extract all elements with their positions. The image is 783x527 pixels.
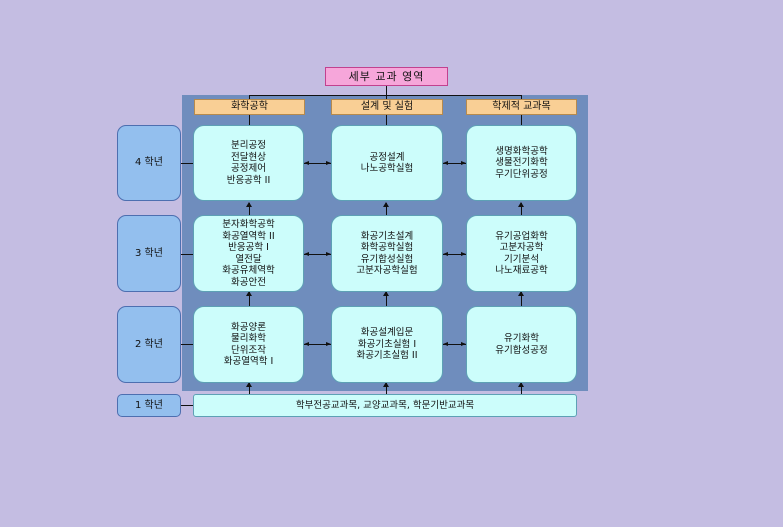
arrow-up <box>518 202 524 207</box>
foundation-courses-text: 학부전공교과목, 교양교과목, 학문기반교과목 <box>295 399 475 411</box>
connector-line <box>181 344 193 345</box>
course-name: 나노재료공학 <box>495 265 548 276</box>
year-label-text: 4 학년 <box>135 157 163 169</box>
course-box: 분리공정 전달현상 공정제어 반응공학 II <box>193 125 304 201</box>
column-header-design-lab: 설계 및 실험 <box>331 99 443 115</box>
course-box: 공정설계 나노공학실험 <box>331 125 443 201</box>
year-label-text: 1 학년 <box>135 399 163 411</box>
course-box: 유기공업화학 고분자공학 기기분석 나노재료공학 <box>466 215 577 292</box>
connector-line <box>521 115 522 125</box>
curriculum-diagram: 세부 교과 영역 화학공학 설계 및 실험 학제적 교과목 4 학년 3 학년 … <box>0 0 783 527</box>
course-box: 화공기초설계 화학공학실험 유기합성실험 고분자공학실험 <box>331 215 443 292</box>
course-box: 분자화학공학 화공열역학 II 반응공학 I 열전달 화공유체역학 화공안전 <box>193 215 304 292</box>
column-header-chemical-engineering: 화학공학 <box>194 99 305 115</box>
course-name: 화공열역학 I <box>223 356 274 367</box>
course-name: 분자화학공학 <box>222 219 275 230</box>
connector-line <box>249 115 250 125</box>
arrow-left <box>304 161 309 165</box>
year-label-1: 1 학년 <box>117 394 181 417</box>
arrow-left <box>443 252 448 256</box>
course-name: 화공안전 <box>231 276 266 288</box>
course-box: 생명화학공학 생물전기화학 무기단위공정 <box>466 125 577 201</box>
column-header-label: 화학공학 <box>231 101 268 113</box>
column-header-interdisciplinary: 학제적 교과목 <box>466 99 577 115</box>
course-name: 반응공학 II <box>226 174 271 186</box>
column-header-label: 설계 및 실험 <box>360 101 414 113</box>
connector-line <box>386 115 387 125</box>
course-name: 분리공정 <box>231 140 266 151</box>
arrow-left <box>304 342 309 346</box>
course-name: 화공기초실험 II <box>356 350 418 362</box>
year-label-3: 3 학년 <box>117 215 181 292</box>
arrow-left <box>304 252 309 256</box>
arrow-left <box>443 161 448 165</box>
connector-line <box>181 254 193 255</box>
course-name: 화공기초실험 I <box>357 338 417 350</box>
course-name: 열전달 <box>235 253 262 265</box>
diagram-title-text: 세부 교과 영역 <box>348 69 425 83</box>
course-name: 유기공업화학 <box>495 230 548 242</box>
year-label-text: 2 학년 <box>135 338 163 350</box>
course-name: 생명화학공학 <box>495 145 548 157</box>
course-name: 화공양론 <box>231 321 266 333</box>
arrow-up <box>383 202 389 207</box>
course-name: 화학공학실험 <box>360 242 414 253</box>
course-name: 화공유체역학 <box>222 265 275 276</box>
course-name: 반응공학 I <box>228 242 269 253</box>
column-header-label: 학제적 교과목 <box>492 101 551 113</box>
course-name: 유기합성공정 <box>495 344 548 356</box>
course-name: 유기합성실험 <box>360 253 414 265</box>
course-name: 공정제어 <box>231 163 266 174</box>
course-name: 고분자공학실험 <box>356 265 418 276</box>
course-name: 유기화학 <box>504 333 539 344</box>
course-name: 전달현상 <box>231 151 266 163</box>
connector-line <box>181 405 193 406</box>
year-label-text: 3 학년 <box>135 247 163 259</box>
year-label-4: 4 학년 <box>117 125 181 201</box>
course-name: 물리화학 <box>231 333 266 344</box>
course-name: 화공열역학 II <box>222 230 275 242</box>
course-box: 화공설계입문 화공기초실험 I 화공기초실험 II <box>331 306 443 383</box>
course-name: 기기분석 <box>504 253 539 265</box>
course-box: 화공양론 물리화학 단위조작 화공열역학 I <box>193 306 304 383</box>
diagram-title: 세부 교과 영역 <box>325 67 448 86</box>
course-box: 유기화학 유기합성공정 <box>466 306 577 383</box>
year-label-2: 2 학년 <box>117 306 181 383</box>
course-name: 화공기초설계 <box>360 230 414 242</box>
course-name: 공정설계 <box>369 151 405 163</box>
arrow-up <box>246 202 252 207</box>
connector-line <box>386 86 387 95</box>
foundation-courses-box: 학부전공교과목, 교양교과목, 학문기반교과목 <box>193 394 577 417</box>
course-name: 고분자공학 <box>499 242 544 253</box>
course-name: 단위조작 <box>231 344 266 356</box>
course-name: 무기단위공정 <box>495 168 548 180</box>
course-name: 생물전기화학 <box>495 157 548 169</box>
course-name: 화공설계입문 <box>360 327 414 339</box>
connector-line <box>181 163 193 164</box>
course-name: 나노공학실험 <box>360 163 414 174</box>
arrow-left <box>443 342 448 346</box>
